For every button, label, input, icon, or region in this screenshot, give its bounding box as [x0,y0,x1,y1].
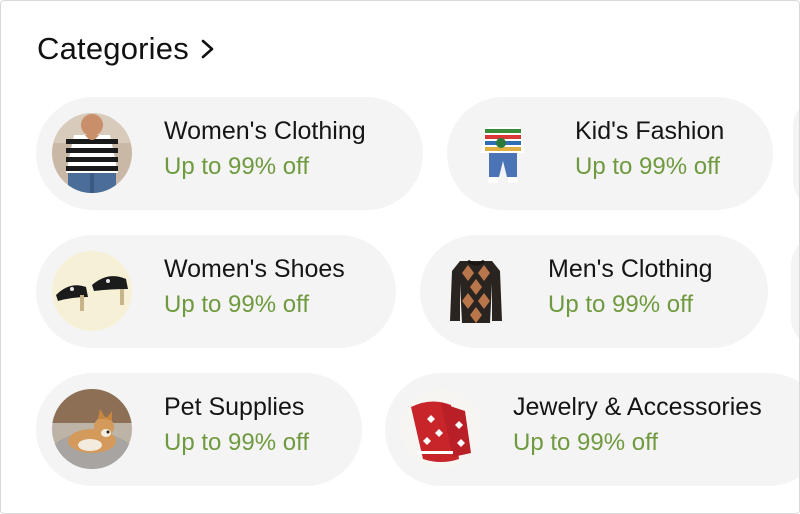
womens-shoes-thumbnail [52,251,132,331]
category-name: Pet Supplies [164,393,305,421]
chevron-right-icon [201,39,214,59]
categories-panel: Categories Women's Clothing Up to 99% of… [0,0,800,514]
mens-clothing-thumbnail [436,251,516,331]
category-womens-shoes[interactable]: Women's Shoes Up to 99% off [36,235,396,348]
category-deal: Up to 99% off [513,429,658,456]
kids-fashion-thumbnail [463,113,543,193]
categories-header[interactable]: Categories [37,31,217,67]
category-kids-fashion[interactable]: Kid's Fashion Up to 99% off [447,97,773,210]
category-name: Jewelry & Accessories [513,393,762,421]
category-deal: Up to 99% off [164,429,309,456]
category-name: Kid's Fashion [575,117,725,145]
category-name: Women's Clothing [164,117,366,145]
category-deal: Up to 99% off [164,153,309,180]
pet-supplies-thumbnail [52,389,132,469]
category-womens-clothing[interactable]: Women's Clothing Up to 99% off [36,97,423,210]
category-jewelry-accessories[interactable]: Jewelry & Accessories Up to 99% off [385,373,799,486]
section-title: Categories [37,31,189,66]
womens-clothing-thumbnail [52,113,132,193]
category-next-peek[interactable] [791,235,799,348]
jewelry-accessories-thumbnail [401,389,481,469]
category-deal: Up to 99% off [164,291,309,318]
category-mens-clothing[interactable]: Men's Clothing Up to 99% off [420,235,768,348]
category-next-peek[interactable] [793,97,799,210]
category-deal: Up to 99% off [548,291,693,318]
category-deal: Up to 99% off [575,153,720,180]
category-name: Women's Shoes [164,255,345,283]
category-pet-supplies[interactable]: Pet Supplies Up to 99% off [36,373,362,486]
category-name: Men's Clothing [548,255,713,283]
